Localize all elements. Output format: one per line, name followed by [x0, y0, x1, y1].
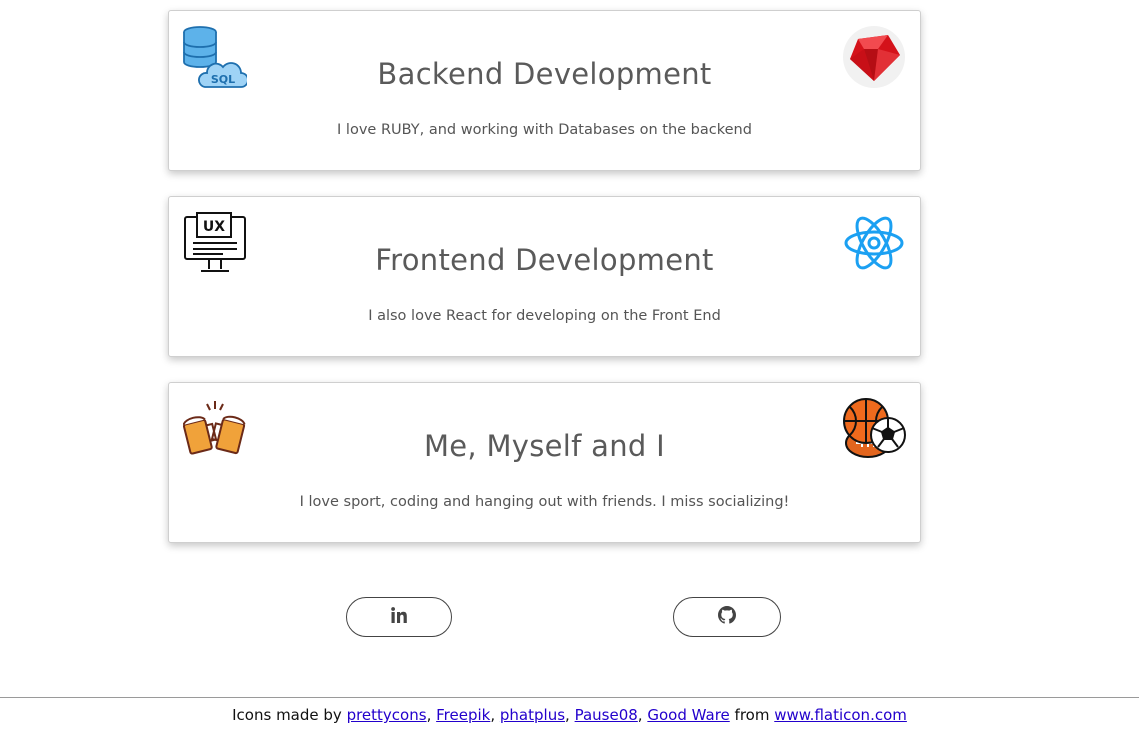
card-title: Frontend Development: [375, 243, 714, 277]
sports-balls-icon: [842, 397, 906, 461]
svg-text:UX: UX: [203, 219, 225, 235]
footer-credits: Icons made by prettycons, Freepik, phatp…: [0, 697, 1139, 732]
card-backend: SQL Backend Development I love RUBY, and…: [168, 10, 921, 171]
linkedin-button[interactable]: [346, 597, 452, 637]
credit-link-prettycons[interactable]: prettycons: [347, 706, 427, 724]
card-title: Me, Myself and I: [423, 429, 666, 463]
card-title: Backend Development: [377, 57, 712, 91]
credit-link-pause08[interactable]: Pause08: [575, 706, 638, 724]
card-text: I love sport, coding and hanging out wit…: [299, 494, 790, 510]
separator: ,: [490, 706, 496, 724]
card-text: I also love React for developing on the …: [368, 308, 721, 324]
linkedin-icon: [391, 607, 407, 627]
separator: ,: [426, 706, 432, 724]
ruby-icon: [842, 25, 906, 89]
card-personal: Me, Myself and I I love sport, coding an…: [168, 382, 921, 543]
github-icon: [718, 606, 736, 628]
credit-link-phatplus[interactable]: phatplus: [500, 706, 565, 724]
flaticon-link[interactable]: www.flaticon.com: [774, 706, 907, 724]
card-frontend: UX Frontend Development I also love Reac…: [168, 196, 921, 357]
credit-link-freepik[interactable]: Freepik: [436, 706, 490, 724]
separator: ,: [565, 706, 570, 724]
github-button[interactable]: [673, 597, 781, 637]
credit-link-goodware[interactable]: Good Ware: [647, 706, 729, 724]
footer-prefix: Icons made by: [232, 706, 342, 724]
separator: ,: [637, 706, 643, 724]
react-atom-icon: [842, 211, 906, 275]
footer-from: from: [734, 706, 770, 724]
card-text: I love RUBY, and working with Databases …: [337, 122, 752, 138]
